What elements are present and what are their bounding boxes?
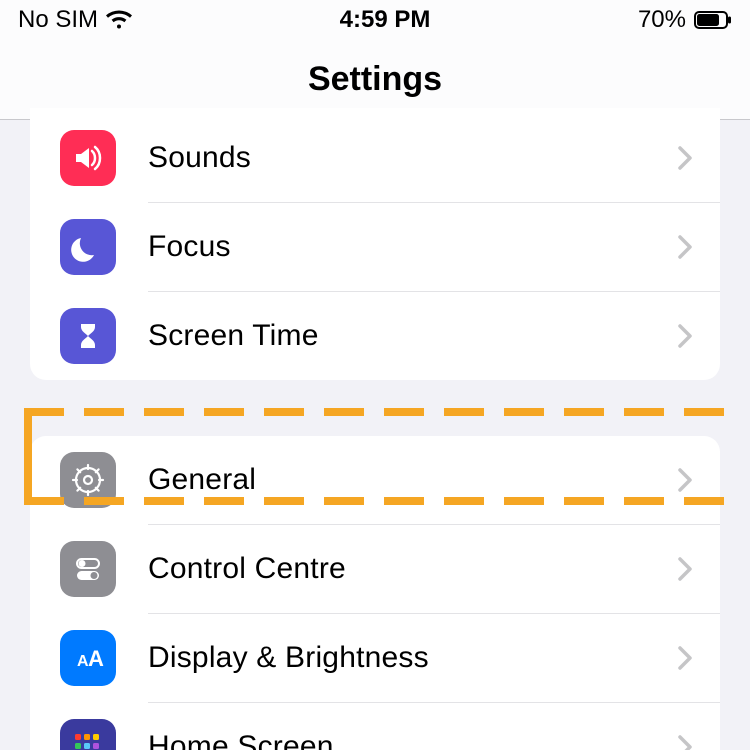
wifi-icon <box>106 10 132 30</box>
chevron-right-icon <box>678 235 692 259</box>
chevron-right-icon <box>678 324 692 348</box>
row-label: Sounds <box>148 141 251 175</box>
speaker-icon <box>60 130 116 186</box>
row-label: Screen Time <box>148 319 319 353</box>
chevron-right-icon <box>678 468 692 492</box>
settings-group: Sounds Focus Screen Time <box>30 108 720 380</box>
row-label: Control Centre <box>148 552 346 586</box>
row-home-screen[interactable]: Home Screen <box>30 703 720 750</box>
battery-percent: 70% <box>638 6 686 34</box>
settings-group: General Control Centre AA Display & Brig… <box>30 436 720 750</box>
chevron-right-icon <box>678 557 692 581</box>
row-display-brightness[interactable]: AA Display & Brightness <box>30 614 720 702</box>
gear-icon <box>60 452 116 508</box>
row-sounds[interactable]: Sounds <box>30 114 720 202</box>
chevron-right-icon <box>678 646 692 670</box>
moon-icon <box>60 219 116 275</box>
row-focus[interactable]: Focus <box>30 203 720 291</box>
svg-text:A: A <box>88 646 104 671</box>
chevron-right-icon <box>678 735 692 750</box>
row-label: Display & Brightness <box>148 641 429 675</box>
hourglass-icon <box>60 308 116 364</box>
clock: 4:59 PM <box>340 6 431 34</box>
app-grid-icon <box>60 719 116 750</box>
row-label: Focus <box>148 230 231 264</box>
row-control-centre[interactable]: Control Centre <box>30 525 720 613</box>
carrier-text: No SIM <box>18 6 98 34</box>
toggles-icon <box>60 541 116 597</box>
battery-icon <box>694 11 732 29</box>
row-general[interactable]: General <box>30 436 720 524</box>
text-size-icon: AA <box>60 630 116 686</box>
status-bar: No SIM 4:59 PM 70% <box>0 0 750 34</box>
chevron-right-icon <box>678 146 692 170</box>
row-screen-time[interactable]: Screen Time <box>30 292 720 380</box>
row-label: Home Screen <box>148 730 334 750</box>
row-label: General <box>148 463 256 497</box>
